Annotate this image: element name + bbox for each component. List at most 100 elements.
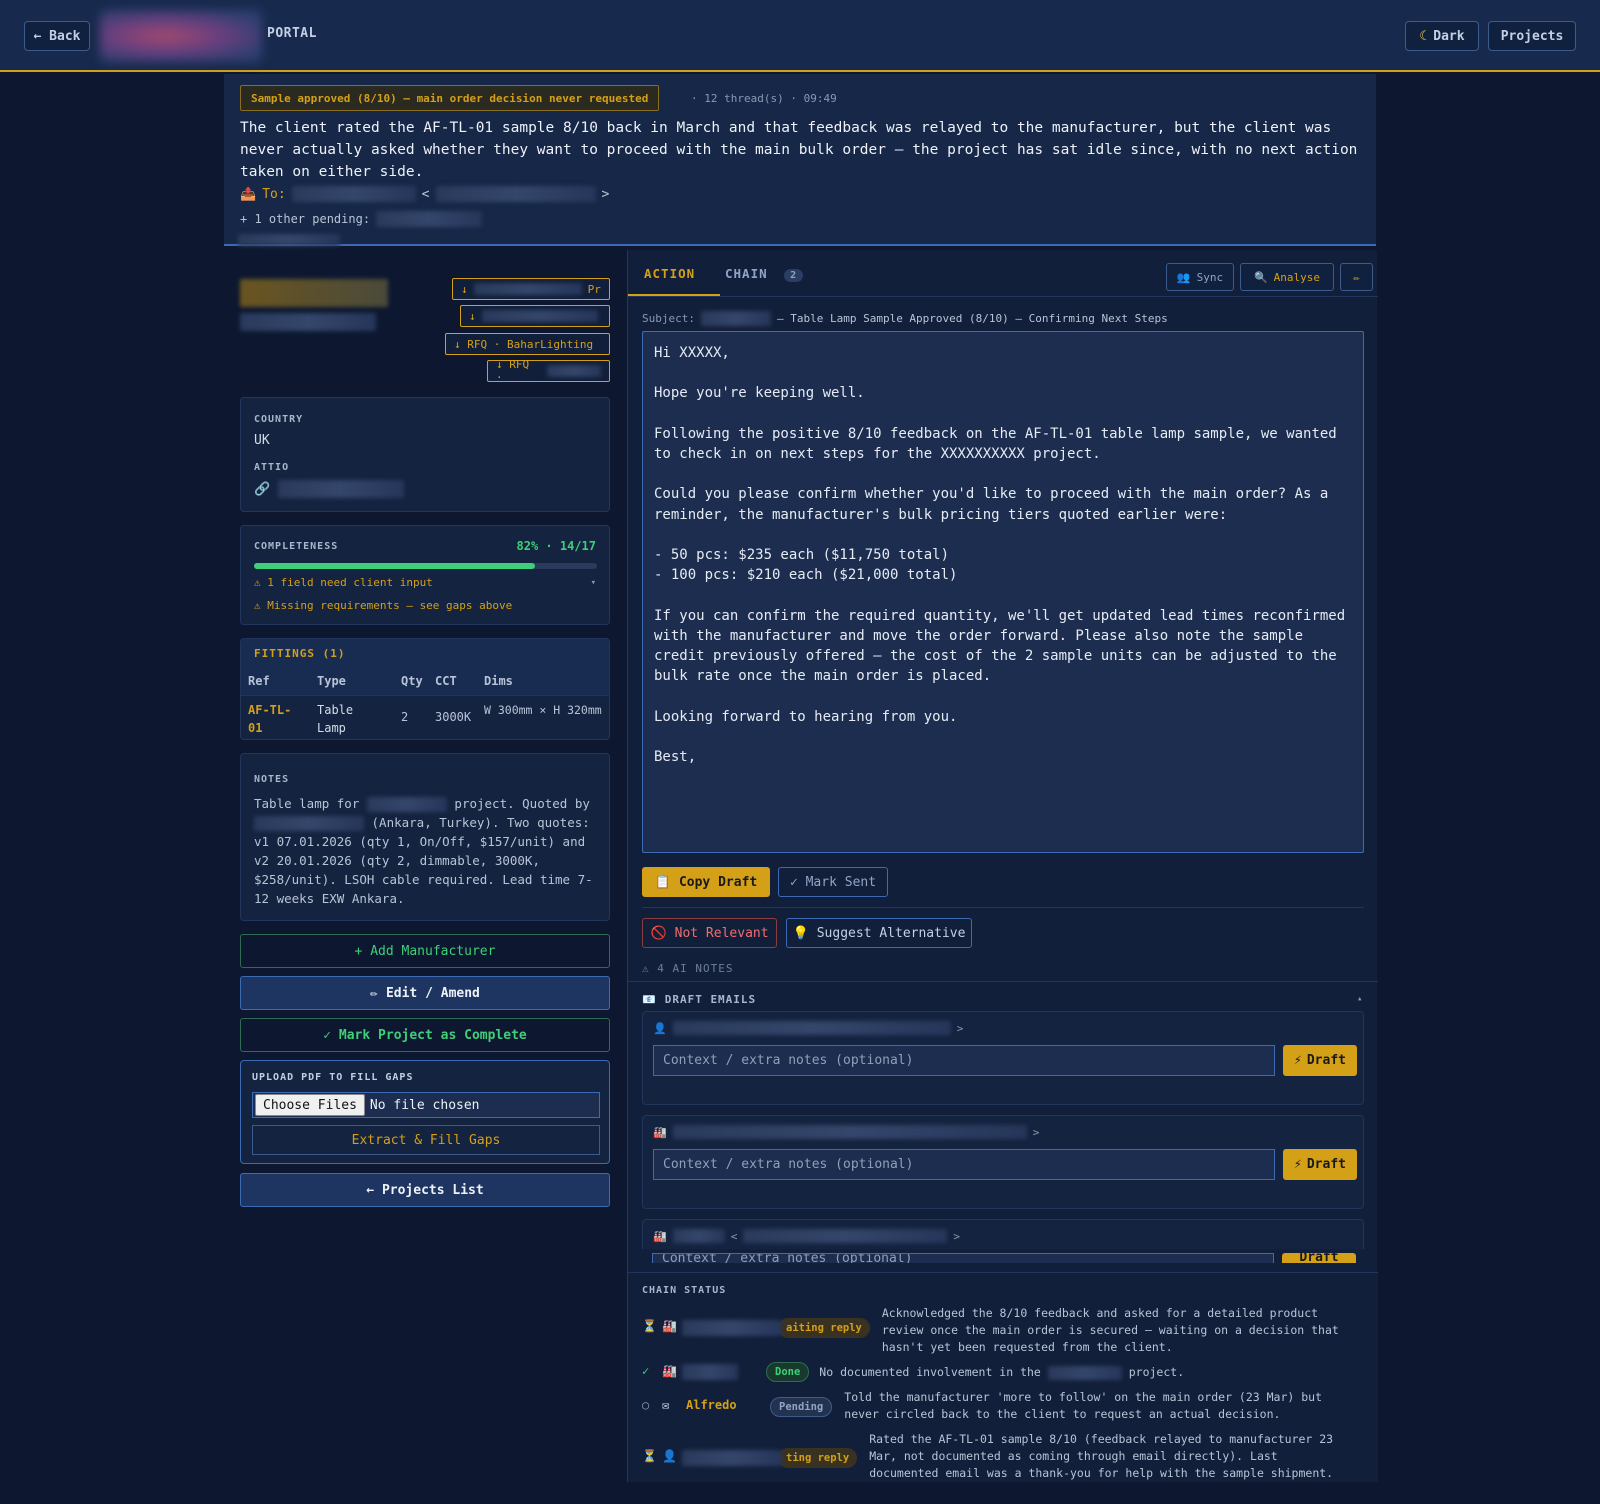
- expand-chevron-icon[interactable]: ▾: [591, 578, 596, 588]
- person-icon: 👤: [662, 1449, 677, 1463]
- draft-email-card-2: 🏭 > Context / extra notes (optional) ⚡ Dr…: [642, 1115, 1364, 1209]
- extract-fill-button[interactable]: Extract & Fill Gaps: [252, 1125, 600, 1155]
- clipboard-icon: 📋: [654, 874, 671, 890]
- context-input-1[interactable]: Context / extra notes (optional): [653, 1045, 1275, 1076]
- context-input-3[interactable]: Context / extra notes (optional): [652, 1253, 1274, 1263]
- projects-list-button[interactable]: ← Projects List: [240, 1173, 610, 1207]
- fitting-ref[interactable]: AF-TL-01: [248, 701, 304, 737]
- client-name-redacted: [240, 279, 388, 307]
- status-pill-waiting: aiting reply: [778, 1318, 870, 1338]
- action-panel: ACTION CHAIN 2 👥 Sync 🔍 Analyse ✏ Subject:…: [627, 250, 1378, 1482]
- prohibited-icon: 🚫: [650, 925, 667, 941]
- th-cct: CCT: [435, 674, 457, 688]
- file-input[interactable]: Choose Files No file chosen: [252, 1092, 600, 1118]
- sync-button[interactable]: 👥 Sync: [1166, 263, 1234, 291]
- banner-summary: The client rated the AF-TL-01 sample 8/1…: [240, 120, 1358, 180]
- fittings-title: FITTINGS (1): [254, 647, 346, 660]
- back-button[interactable]: ← Back: [24, 21, 90, 51]
- th-qty: Qty: [401, 674, 423, 688]
- rfq-tag-2[interactable]: ↓: [460, 305, 610, 327]
- status-pill-waiting: ting reply: [778, 1448, 858, 1468]
- edit-icon-button[interactable]: ✏: [1340, 263, 1373, 291]
- not-relevant-button[interactable]: 🚫 Not Relevant: [642, 918, 777, 948]
- chain-desc-2: No documented involvement in the project…: [819, 1365, 1185, 1380]
- country-value: UK: [254, 433, 270, 448]
- person-icon: 👤: [653, 1021, 667, 1035]
- context-input-2[interactable]: Context / extra notes (optional): [653, 1149, 1275, 1180]
- outbox-icon: 📤: [240, 186, 257, 202]
- check-icon: ✓: [642, 1364, 650, 1378]
- pencil-icon: ✏: [370, 985, 378, 1001]
- upload-label: UPLOAD PDF TO FILL GAPS: [252, 1072, 414, 1083]
- hourglass-icon: ⏳: [642, 1319, 657, 1333]
- circle-icon: ○: [642, 1398, 650, 1412]
- link-icon: 🔗: [254, 481, 271, 497]
- hourglass-icon: ⏳: [642, 1449, 657, 1463]
- chain-desc-3: Told the manufacturer 'more to follow' o…: [844, 1390, 1322, 1421]
- next-action-banner: Sample approved (8/10) — main order deci…: [224, 74, 1376, 246]
- draft-button-1[interactable]: ⚡ Draft: [1283, 1045, 1357, 1076]
- draft-button-3[interactable]: Draft: [1282, 1253, 1356, 1263]
- rfq-tag-baharlighting[interactable]: ↓ RFQ · BaharLighting: [445, 333, 610, 355]
- th-dims: Dims: [484, 674, 513, 688]
- moon-icon: ☾: [1419, 28, 1428, 44]
- factory-icon: 🏭: [662, 1364, 677, 1378]
- completeness-card: COMPLETENESS 82% · 14/17 ⚠ 1 field need …: [240, 525, 610, 625]
- warn-field: ⚠ 1 field need client input: [254, 576, 433, 589]
- status-pill-pending: Pending: [770, 1397, 833, 1417]
- people-icon: 👥: [1176, 270, 1191, 284]
- thread-meta: · 12 thread(s) · 09:49: [691, 92, 837, 105]
- copy-draft-button[interactable]: 📋 Copy Draft: [642, 867, 770, 897]
- status-alert-tag: Sample approved (8/10) — main order deci…: [240, 85, 660, 111]
- tab-chain[interactable]: CHAIN 2: [725, 266, 804, 282]
- analyse-button[interactable]: 🔍 Analyse: [1240, 263, 1334, 291]
- attio-link[interactable]: 🔗: [254, 480, 405, 498]
- ai-notes-toggle[interactable]: ⚠ 4 AI NOTES: [642, 962, 733, 975]
- projects-button[interactable]: Projects: [1488, 21, 1576, 51]
- chain-row-1: ⏳ 🏭 aiting reply Acknowledged the 8/10 f…: [642, 1305, 1352, 1356]
- redacted-name: [291, 186, 416, 202]
- edit-amend-button[interactable]: ✏ Edit / Amend: [240, 976, 610, 1010]
- envelope-icon: ✉: [662, 1398, 670, 1412]
- chain-status-section: CHAIN STATUS ⏳ 🏭 aiting reply Acknowledg…: [628, 1272, 1378, 1482]
- chain-name-alfredo: Alfredo: [686, 1398, 737, 1412]
- rfq-tag-1[interactable]: ↓ Pr: [452, 278, 610, 300]
- draft-button-2[interactable]: ⚡ Draft: [1283, 1149, 1357, 1180]
- bolt-icon: ⚡: [1294, 1157, 1302, 1172]
- country-label: COUNTRY: [254, 414, 304, 425]
- completeness-bar-fill: [254, 563, 536, 569]
- redacted-tab: [238, 234, 340, 246]
- info-card: COUNTRY UK ATTIO 🔗: [240, 397, 610, 512]
- completeness-value: 82% · 14/17: [516, 539, 596, 553]
- mark-sent-button[interactable]: ✓ Mark Sent: [778, 867, 888, 897]
- draft-email-textarea[interactable]: Hi XXXXX, Hope you're keeping well. Foll…: [642, 331, 1364, 853]
- choose-files-button[interactable]: Choose Files: [255, 1094, 365, 1116]
- upload-card: UPLOAD PDF TO FILL GAPS Choose Files No …: [240, 1060, 610, 1164]
- draft-emails-header[interactable]: 📧 DRAFT EMAILS: [642, 993, 756, 1006]
- tab-action[interactable]: ACTION: [644, 266, 695, 281]
- theme-toggle-button[interactable]: ☾ Dark: [1405, 21, 1479, 51]
- chain-row-2: ✓ 🏭 Done No documented involvement in th…: [642, 1362, 1185, 1382]
- subject-line: Subject: — Table Lamp Sample Approved (8…: [642, 311, 1168, 326]
- th-ref: Ref: [248, 674, 270, 688]
- suggest-alternative-button[interactable]: 💡 Suggest Alternative: [786, 918, 972, 948]
- chain-row-3: ○ ✉ Alfredo Pending Told the manufacture…: [642, 1389, 1344, 1423]
- add-manufacturer-button[interactable]: + Add Manufacturer: [240, 934, 610, 968]
- draft-email-card-1: 👤 > Context / extra notes (optional) ⚡ Dr…: [642, 1011, 1364, 1105]
- fitting-type: Table Lamp: [317, 703, 354, 735]
- rfq-tag-4[interactable]: ↓ RFQ ·: [487, 358, 610, 384]
- file-status: No file chosen: [369, 1097, 480, 1113]
- draft-email-card-3: 🏭 < >: [642, 1219, 1364, 1249]
- collapse-chevron-icon[interactable]: ▴: [1357, 994, 1362, 1004]
- redacted-other: [376, 211, 483, 227]
- pencil-icon: ✏: [1353, 270, 1360, 284]
- fitting-cct: 3000K: [435, 710, 472, 724]
- chain-desc-4: Rated the AF-TL-01 sample 8/10 (feedback…: [869, 1432, 1334, 1480]
- recipient-line: 📤 To: < >: [240, 186, 610, 202]
- top-header: ← Back PORTAL ☾ Dark Projects: [0, 0, 1600, 72]
- magnifier-icon: 🔍: [1253, 270, 1268, 284]
- envelope-icon: 📧: [642, 993, 657, 1006]
- th-type: Type: [317, 674, 346, 688]
- mark-complete-button[interactable]: ✓ Mark Project as Complete: [240, 1018, 610, 1052]
- other-pending-line: + 1 other pending:: [240, 211, 483, 227]
